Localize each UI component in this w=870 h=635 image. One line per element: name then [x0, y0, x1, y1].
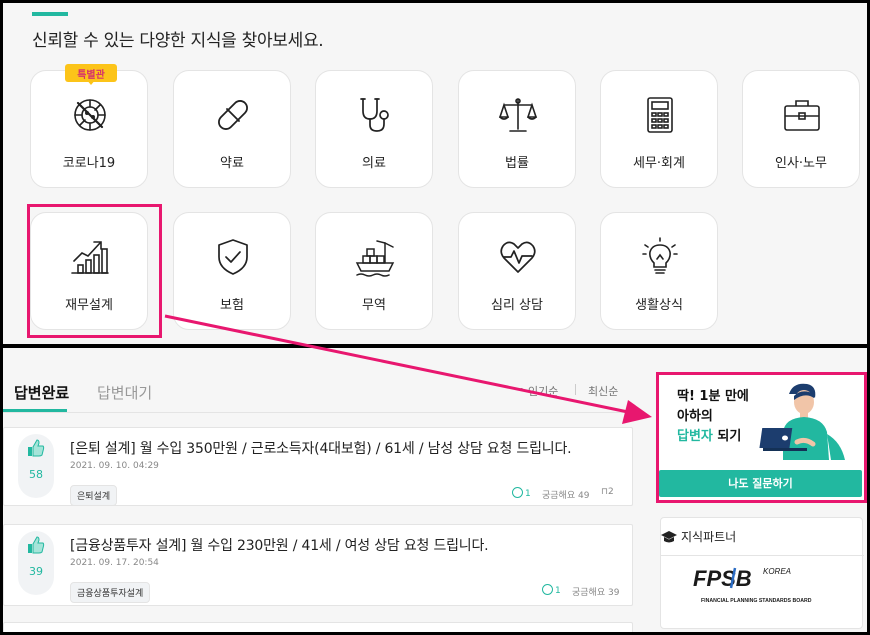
virus-icon: [70, 95, 110, 135]
category-card-counseling[interactable]: 심리 상담: [458, 212, 576, 330]
knowledge-partner-box: 지식파트너 FPSB KOREA FINANCIAL PLANNING STAN…: [660, 517, 864, 629]
like-count: 39: [29, 565, 43, 578]
calculator-icon: [640, 95, 680, 135]
answerer-promo: 딱! 1분 만에 아하의 답변자 되기 나도 질문하기: [656, 373, 865, 501]
promo-line-1: 딱! 1분 만에: [677, 389, 749, 404]
category-label: 인사·노무: [775, 156, 827, 171]
category-card-trade[interactable]: 무역: [315, 212, 433, 330]
tab-waiting[interactable]: 답변대기: [97, 382, 152, 403]
category-card-hr-labor[interactable]: 인사·노무: [742, 70, 860, 188]
category-label: 약료: [220, 156, 244, 171]
question-tag[interactable]: 은퇴설계: [70, 485, 118, 506]
category-heading: 신뢰할 수 있는 다양한 지식을 찾아보세요.: [32, 31, 324, 51]
question-tag[interactable]: 금융상품투자설계: [70, 582, 151, 603]
sort-popular[interactable]: 인기순: [528, 383, 558, 399]
answer-count: 1: [542, 584, 561, 596]
question-title[interactable]: [은퇴 설계] 월 수입 350만원 / 근로소득자(4대보험) / 61세 /…: [70, 438, 572, 458]
like-pill[interactable]: 58: [18, 434, 54, 498]
person-laptop-illustration: [757, 380, 849, 460]
category-card-pharmacy[interactable]: 약료: [173, 70, 291, 188]
briefcase-icon: [782, 95, 822, 135]
category-label: 법률: [505, 156, 529, 171]
promo-line-2: 아하의: [677, 409, 713, 424]
partner-heading: 지식파트너: [681, 530, 737, 544]
category-card-financial-planning[interactable]: 재무설계: [30, 212, 148, 330]
partner-divider: [661, 555, 864, 556]
like-count: 58: [29, 468, 43, 481]
pill-icon: [213, 95, 253, 135]
question-card[interactable]: 39 [금융상품투자 설계] 월 수입 230만원 / 41세 / 여성 상담 …: [3, 524, 633, 606]
question-date: 2021. 09. 10. 04:29: [70, 461, 159, 471]
thumbs-up-icon: [26, 535, 46, 555]
curious-count[interactable]: 궁금해요 39: [572, 585, 619, 598]
tabs-divider: [3, 412, 643, 413]
answer-icon: [542, 584, 553, 595]
promo-line-3: 답변자 되기: [677, 429, 742, 444]
shield-check-icon: [213, 237, 253, 277]
curious-count[interactable]: 궁금해요 49: [542, 488, 589, 501]
question-title[interactable]: [금융상품투자 설계] 월 수입 230만원 / 41세 / 여성 상담 요청 …: [70, 535, 489, 555]
ask-question-button[interactable]: 나도 질문하기: [659, 470, 862, 497]
svg-text:KOREA: KOREA: [763, 567, 791, 576]
question-date: 2021. 09. 17. 20:54: [70, 558, 159, 568]
thumbs-up-icon: [26, 438, 46, 458]
category-label: 보험: [220, 298, 244, 313]
tab-answered[interactable]: 답변완료: [14, 382, 69, 403]
svg-text:FINANCIAL PLANNING STANDARDS B: FINANCIAL PLANNING STANDARDS BOARD: [701, 598, 812, 604]
answer-count: 1: [512, 487, 531, 499]
bookmark-icon: ⊓: [601, 487, 609, 497]
category-label: 코로나19: [62, 156, 116, 171]
question-card-partial[interactable]: [3, 622, 633, 632]
category-label: 의료: [362, 156, 386, 171]
category-label: 생활상식: [635, 298, 683, 313]
category-card-law[interactable]: 법률: [458, 70, 576, 188]
category-card-insurance[interactable]: 보험: [173, 212, 291, 330]
qa-tabs: 답변완료 답변대기 인기순 최신순: [3, 348, 643, 414]
category-label: 심리 상담: [491, 298, 543, 313]
svg-text:FPSB: FPSB: [693, 566, 752, 591]
category-label: 세무·회계: [633, 156, 685, 171]
category-panel: 신뢰할 수 있는 다양한 지식을 찾아보세요. 코로나19 특별관 약료 의료 …: [3, 3, 867, 344]
like-pill[interactable]: 39: [18, 531, 54, 595]
category-card-medical[interactable]: 의료: [315, 70, 433, 188]
growth-chart-icon: [70, 237, 110, 277]
special-badge: 특별관: [65, 64, 117, 88]
stethoscope-icon: [355, 95, 395, 135]
graduation-cap-icon: [661, 529, 677, 543]
lightbulb-icon: [640, 237, 680, 277]
category-label: 재무설계: [65, 298, 113, 313]
category-card-life-tips[interactable]: 생활상식: [600, 212, 718, 330]
bookmark-count[interactable]: ⊓2: [601, 487, 614, 497]
qa-panel: 답변완료 답변대기 인기순 최신순 58 [은퇴 설계] 월 수입 350만원 …: [3, 348, 867, 632]
category-card-tax-accounting[interactable]: 세무·회계: [600, 70, 718, 188]
sort-active-dot: [520, 388, 523, 391]
cargo-ship-icon: [355, 237, 395, 277]
fpsb-korea-logo[interactable]: FPSB KOREA FINANCIAL PLANNING STANDARDS …: [691, 564, 841, 614]
category-label: 무역: [362, 298, 386, 313]
scale-icon: [498, 95, 538, 135]
question-card[interactable]: 58 [은퇴 설계] 월 수입 350만원 / 근로소득자(4대보험) / 61…: [3, 427, 633, 506]
sort-latest[interactable]: 최신순: [588, 383, 618, 399]
sort-divider: [575, 384, 576, 395]
heartbeat-icon: [498, 237, 538, 277]
answer-icon: [512, 487, 523, 498]
heading-accent-bar: [32, 12, 68, 16]
